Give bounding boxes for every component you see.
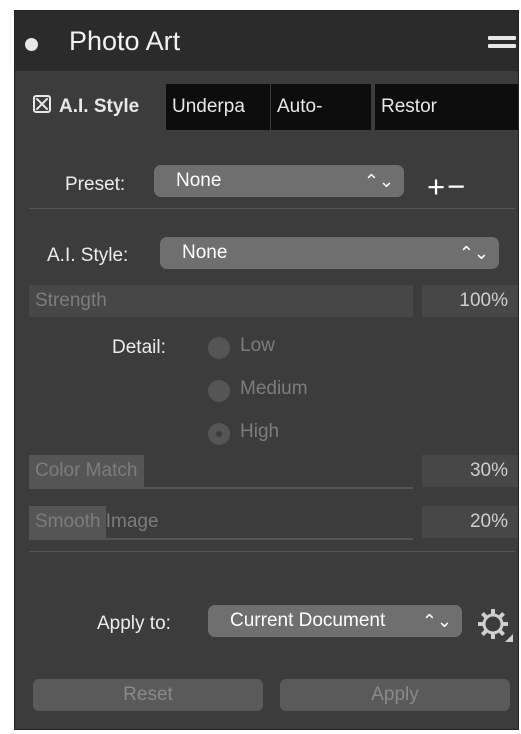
ai-style-label: A.I. Style: <box>47 245 129 266</box>
close-tab-icon[interactable] <box>33 95 51 113</box>
preset-value: None <box>176 170 222 191</box>
smooth-image-value[interactable]: 20% <box>422 506 518 538</box>
panel-title: Photo Art <box>69 26 181 56</box>
ai-style-select[interactable]: None ⌃⌄ <box>160 237 499 269</box>
tab-bar: A.I. Style Underpa Auto- Restor <box>15 84 518 130</box>
tab-restore[interactable]: Restor <box>375 84 459 130</box>
strength-value[interactable]: 100% <box>422 285 518 317</box>
divider <box>29 551 515 552</box>
tab-overflow[interactable] <box>459 84 518 130</box>
add-remove-preset[interactable]: +− <box>427 169 467 205</box>
tab-label: Underpa <box>172 96 245 117</box>
divider <box>29 208 515 209</box>
detail-label: Detail: <box>112 337 166 358</box>
chevron-updown-icon: ⌃⌄ <box>421 611 452 631</box>
radio-checked-icon[interactable] <box>208 423 230 445</box>
tab-auto[interactable]: Auto- <box>271 84 371 130</box>
apply-to-select[interactable]: Current Document ⌃⌄ <box>208 605 462 637</box>
color-match-slider[interactable]: Color Match <box>29 455 413 487</box>
radio-label: Low <box>240 335 275 356</box>
preset-label: Preset: <box>65 174 126 195</box>
smooth-image-slider[interactable]: Smooth Image <box>29 506 413 538</box>
close-dot-icon[interactable] <box>25 38 38 51</box>
menu-icon[interactable] <box>488 36 516 52</box>
radio-label: Medium <box>240 378 308 399</box>
tab-underpaint[interactable]: Underpa <box>166 84 270 130</box>
chevron-updown-icon: ⌃⌄ <box>458 243 489 263</box>
color-match-label: Color Match <box>35 460 138 481</box>
tab-ai-style[interactable]: A.I. Style <box>21 84 166 130</box>
radio-icon[interactable] <box>208 337 230 359</box>
panel-titlebar: Photo Art <box>15 11 518 71</box>
tab-label: A.I. Style <box>59 96 140 117</box>
strength-label: Strength <box>35 290 107 311</box>
reset-button[interactable]: Reset <box>33 679 263 711</box>
color-match-value[interactable]: 30% <box>422 455 518 487</box>
tab-label: Auto- <box>277 96 323 117</box>
strength-slider[interactable]: Strength <box>29 285 413 317</box>
smooth-image-track <box>29 538 413 540</box>
color-match-track <box>29 487 413 489</box>
apply-to-label: Apply to: <box>97 613 171 634</box>
smooth-image-label: Smooth Image <box>35 511 159 532</box>
preset-select[interactable]: None ⌃⌄ <box>154 165 404 197</box>
ai-style-value: None <box>182 242 228 263</box>
gear-icon[interactable] <box>477 608 513 644</box>
radio-label: High <box>240 421 280 442</box>
apply-button[interactable]: Apply <box>280 679 510 711</box>
apply-to-value: Current Document <box>230 610 386 631</box>
photo-art-panel: Photo Art A.I. Style Underpa Auto- Resto… <box>14 10 519 730</box>
tab-label: Restor <box>381 96 437 117</box>
radio-icon[interactable] <box>208 380 230 402</box>
chevron-updown-icon: ⌃⌄ <box>363 171 394 191</box>
